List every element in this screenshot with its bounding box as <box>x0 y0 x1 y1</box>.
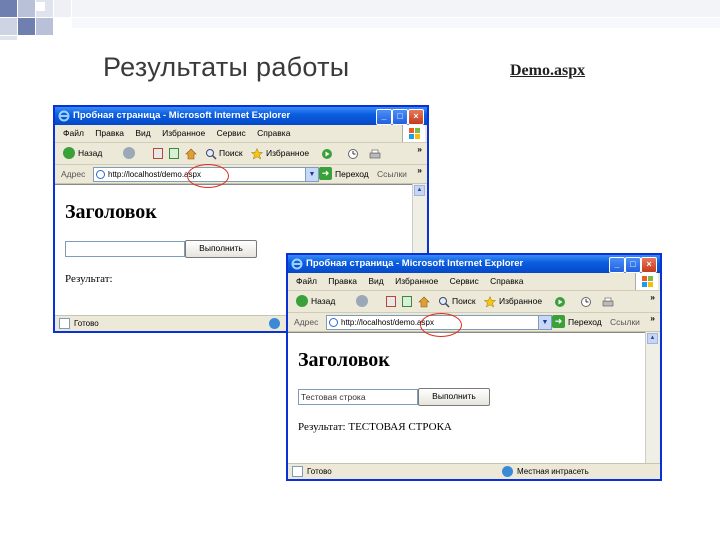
page-heading: Заголовок <box>298 349 390 371</box>
menu-file[interactable]: Файл <box>63 128 84 138</box>
maximize-button[interactable]: □ <box>625 257 641 273</box>
address-dropdown-icon[interactable]: ▼ <box>305 168 318 181</box>
menu-file[interactable]: Файл <box>296 276 317 286</box>
minimize-button[interactable]: _ <box>609 257 625 273</box>
search-button-label[interactable]: Поиск <box>452 291 476 312</box>
result-text: Результат: <box>65 273 113 285</box>
back-arrow-icon[interactable] <box>63 147 75 159</box>
favorites-button-label[interactable]: Избранное <box>499 291 542 312</box>
toolbar: Назад Поиск Избранное » <box>55 143 427 165</box>
zone-globe-icon <box>269 318 280 329</box>
back-button-label[interactable]: Назад <box>311 291 335 312</box>
result-text: Результат: ТЕСТОВАЯ СТРОКА <box>298 421 452 433</box>
window-title: Пробная страница - Microsoft Internet Ex… <box>306 258 524 269</box>
page-done-icon <box>59 318 70 329</box>
media-icon[interactable] <box>321 147 333 159</box>
menu-help[interactable]: Справка <box>490 276 523 286</box>
favorites-button-label[interactable]: Избранное <box>266 143 309 164</box>
forward-arrow-icon[interactable] <box>123 147 135 159</box>
address-overflow[interactable]: » <box>417 161 422 179</box>
page-done-icon <box>292 466 303 477</box>
address-bar: Адрес http://localhost/demo.aspx ▼ ➜ Пер… <box>288 313 660 332</box>
menu-tools[interactable]: Сервис <box>450 276 479 286</box>
address-bar: Адрес http://localhost/demo.aspx ▼ ➜ Пер… <box>55 165 427 184</box>
back-arrow-icon[interactable] <box>296 295 308 307</box>
address-label: Адрес <box>294 317 319 327</box>
back-button-label[interactable]: Назад <box>78 143 102 164</box>
text-input[interactable]: Тестовая строка <box>298 389 418 405</box>
execute-button[interactable]: Выполнить <box>185 240 257 258</box>
go-arrow-icon[interactable]: ➜ <box>319 167 332 180</box>
toolbar-overflow[interactable]: » <box>650 287 655 308</box>
text-input[interactable] <box>65 241 185 257</box>
browser-window-after: Пробная страница - Microsoft Internet Ex… <box>287 254 661 480</box>
menu-view[interactable]: Вид <box>135 128 150 138</box>
maximize-button[interactable]: □ <box>392 109 408 125</box>
zone-globe-icon <box>502 466 513 477</box>
page-icon <box>96 170 105 179</box>
page-heading: Заголовок <box>65 201 157 223</box>
status-zone: Местная интрасеть <box>517 467 589 476</box>
status-bar: Готово Местная интрасеть <box>288 463 660 479</box>
page-icon <box>329 318 338 327</box>
home-icon[interactable] <box>418 295 430 308</box>
favorites-star-icon[interactable] <box>483 295 497 308</box>
refresh-icon[interactable] <box>402 296 412 307</box>
history-icon[interactable] <box>347 147 359 159</box>
go-arrow-icon[interactable]: ➜ <box>552 315 565 328</box>
links-label[interactable]: Ссылки <box>610 313 640 331</box>
refresh-icon[interactable] <box>169 148 179 159</box>
go-button-label[interactable]: Переход <box>568 313 602 331</box>
stop-icon[interactable] <box>153 148 163 159</box>
window-title: Пробная страница - Microsoft Internet Ex… <box>73 110 291 121</box>
media-icon[interactable] <box>554 295 566 307</box>
menu-favorites[interactable]: Избранное <box>395 276 438 286</box>
address-label: Адрес <box>61 169 86 179</box>
menu-view[interactable]: Вид <box>368 276 383 286</box>
execute-button[interactable]: Выполнить <box>418 388 490 406</box>
menu-bar: Файл Правка Вид Избранное Сервис Справка <box>288 273 660 291</box>
toolbar: Назад Поиск Избранное » <box>288 291 660 313</box>
print-icon[interactable] <box>369 147 381 159</box>
title-bar[interactable]: Пробная страница - Microsoft Internet Ex… <box>288 255 660 273</box>
search-icon[interactable] <box>438 295 450 308</box>
menu-favorites[interactable]: Избранное <box>162 128 205 138</box>
menu-bar: Файл Правка Вид Избранное Сервис Справка <box>55 125 427 143</box>
address-overflow[interactable]: » <box>650 309 655 327</box>
vertical-scrollbar[interactable]: ▲ <box>645 332 659 463</box>
status-text: Готово <box>307 467 332 476</box>
url-highlight-ellipse-before <box>187 164 229 188</box>
scroll-up-icon[interactable]: ▲ <box>414 185 425 196</box>
search-button-label[interactable]: Поиск <box>219 143 243 164</box>
slide-file-name: Demo.aspx <box>510 62 586 79</box>
favorites-star-icon[interactable] <box>250 147 264 160</box>
menu-edit[interactable]: Правка <box>95 128 124 138</box>
home-icon[interactable] <box>185 147 197 160</box>
forward-arrow-icon[interactable] <box>356 295 368 307</box>
ie-logo-icon <box>291 258 303 270</box>
toolbar-overflow[interactable]: » <box>417 139 422 160</box>
slide-title: Результаты работы <box>103 52 350 82</box>
page-content: Заголовок Тестовая строка Выполнить Резу… <box>288 332 645 464</box>
ie-logo-icon <box>58 110 70 122</box>
url-highlight-ellipse-after <box>420 313 462 337</box>
menu-edit[interactable]: Правка <box>328 276 357 286</box>
stop-icon[interactable] <box>386 296 396 307</box>
status-text: Готово <box>74 319 99 328</box>
history-icon[interactable] <box>580 295 592 307</box>
menu-tools[interactable]: Сервис <box>217 128 246 138</box>
title-bar[interactable]: Пробная страница - Microsoft Internet Ex… <box>55 107 427 125</box>
go-button-label[interactable]: Переход <box>335 165 369 183</box>
address-dropdown-icon[interactable]: ▼ <box>538 316 551 329</box>
decorative-squares <box>0 0 720 40</box>
search-icon[interactable] <box>205 147 217 160</box>
print-icon[interactable] <box>602 295 614 307</box>
menu-help[interactable]: Справка <box>257 128 290 138</box>
close-button[interactable]: × <box>408 109 424 125</box>
minimize-button[interactable]: _ <box>376 109 392 125</box>
scroll-up-icon[interactable]: ▲ <box>647 333 658 344</box>
links-label[interactable]: Ссылки <box>377 165 407 183</box>
close-button[interactable]: × <box>641 257 657 273</box>
